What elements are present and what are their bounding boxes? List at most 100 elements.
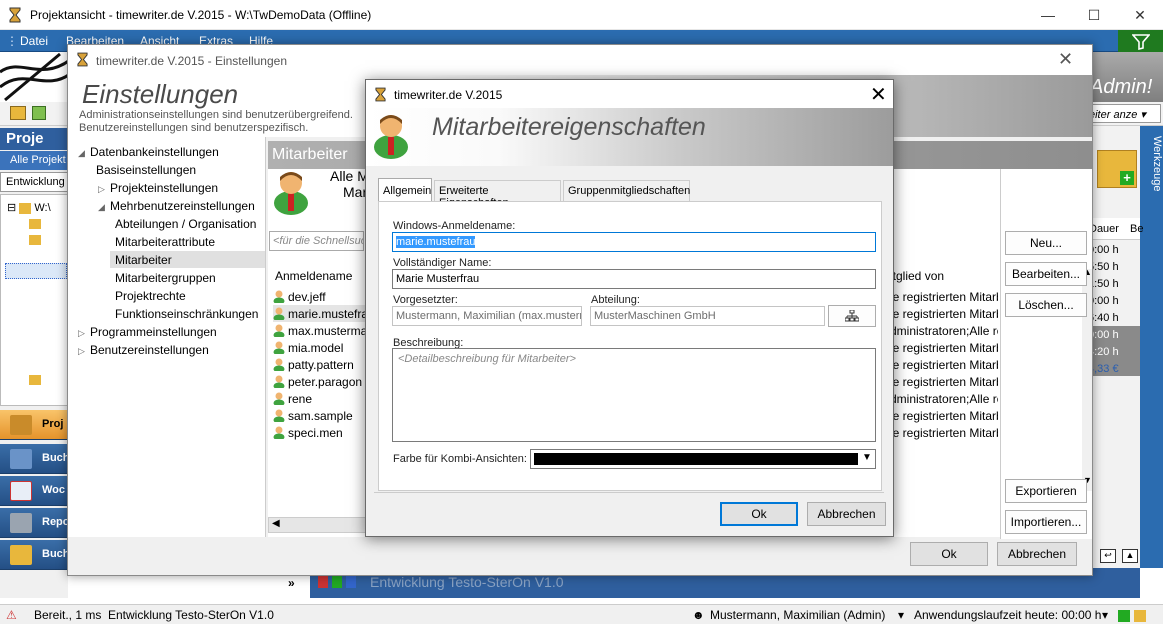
expand-chevron-icon[interactable]: »: [288, 576, 295, 590]
table-row[interactable]: speci.men: [273, 424, 343, 441]
menu-datei[interactable]: Datei: [20, 34, 48, 48]
book-icon: [10, 545, 32, 565]
status-user[interactable]: Mustermann, Maximilian (Admin): [710, 608, 885, 622]
tab-gruppenmitgliedschaften[interactable]: Gruppenmitgliedschaften: [563, 180, 690, 201]
status-user-icon: ☻: [692, 608, 705, 622]
beschreibung-textarea[interactable]: <Detailbeschreibung für Mitarbeiter>: [392, 348, 876, 442]
collapse-up-icon[interactable]: ▲: [1122, 549, 1138, 563]
user-icon: [273, 324, 285, 337]
tree-programm[interactable]: ▷ Programmeinstellungen: [78, 325, 217, 339]
tree-funktion[interactable]: Funktionseinschränkungen: [115, 307, 258, 321]
minimize-icon[interactable]: —: [1025, 0, 1071, 30]
mitarbeitereigenschaften-dialog: timewriter.de V.2015 ✕ Mitarbeitereigens…: [365, 79, 894, 537]
mitarbeiter-info-1: Alle M: [330, 168, 369, 184]
table-row[interactable]: dev.jeff: [273, 288, 326, 305]
tree-datenbank[interactable]: ◢ Datenbankeinstellungen: [78, 145, 219, 159]
table-row[interactable]: max.mustermann: [273, 322, 368, 339]
table-row[interactable]: rene: [273, 390, 312, 407]
mitarbeiter-dialog-heading: Mitarbeitereigenschaften: [432, 113, 706, 141]
close-icon[interactable]: ✕: [1058, 49, 1073, 70]
tree-selected-row[interactable]: [5, 263, 67, 279]
importieren-button[interactable]: Importieren...: [1005, 510, 1087, 534]
tree-attribute[interactable]: Mitarbeiterattribute: [115, 235, 215, 249]
folder-add-icon[interactable]: +: [1097, 150, 1137, 188]
tree-rechte[interactable]: Projektrechte: [115, 289, 186, 303]
tab-erweiterte-eigenschaften[interactable]: Erweiterte Eigenschaften: [434, 180, 561, 209]
mitarbeiter-anzeige-dropdown[interactable]: eiter anze ▾: [1085, 104, 1161, 123]
mitglied-cell: le registrierten Mitarbe: [890, 375, 998, 389]
tree-gruppen[interactable]: Mitarbeitergruppen: [115, 271, 216, 285]
column-header-anmeldename[interactable]: Anmeldename: [275, 269, 352, 283]
einstellungen-subtitle-2: Benutzereinstellungen sind benutzerspezi…: [79, 122, 309, 134]
exportieren-button[interactable]: Exportieren: [1005, 479, 1087, 503]
tree-projekt[interactable]: ▷ Projekteinstellungen: [98, 181, 218, 195]
tree-benutzer[interactable]: ▷ Benutzereinstellungen: [78, 343, 209, 357]
nav-woche[interactable]: Woc: [0, 476, 68, 506]
status-bar: ⚠ Bereit., 1 ms Entwicklung Testo-SterOn…: [0, 604, 1163, 624]
bg-dauer-cell: 0:00 h: [1088, 329, 1119, 341]
refresh-icon[interactable]: [32, 106, 46, 120]
tree-basis[interactable]: Basiseinstellungen: [96, 163, 196, 177]
vollstaendiger-name-input[interactable]: Marie Musterfrau: [392, 269, 876, 289]
mitarbeiter-ok-button[interactable]: Ok: [720, 502, 798, 526]
entwicklung-dropdown[interactable]: Entwicklung: [0, 172, 68, 192]
mitarbeiter-abbrechen-button[interactable]: Abbrechen: [807, 502, 886, 526]
user-icon: [273, 426, 285, 439]
project-tree[interactable]: ⊟ W:\: [0, 194, 68, 406]
table-row[interactable]: patty.pattern: [273, 356, 354, 373]
label-abteilung: Abteilung:: [591, 294, 640, 306]
neu-button[interactable]: Neu...: [1005, 231, 1087, 255]
nav-buchungen[interactable]: Buch: [0, 444, 68, 474]
windows-anmeldename-input[interactable]: marie.mustefrau: [392, 232, 876, 252]
tree-mehrbenutzer[interactable]: ◢ Mehrbenutzereinstellungen: [98, 199, 255, 213]
hourglass-app-icon: [77, 52, 88, 67]
mitglied-cell: le registrierten Mitarbe: [890, 290, 998, 304]
einstellungen-abbrechen-button[interactable]: Abbrechen: [997, 542, 1077, 566]
nav-projekte[interactable]: Proj: [0, 410, 68, 440]
bg-dauer-cell: 6:40 h: [1088, 312, 1119, 324]
nav-buchungen-2[interactable]: Buch: [0, 540, 68, 570]
vorgesetzter-field[interactable]: Mustermann, Maximilian (max.musterma: [392, 306, 582, 326]
label-windows-anmeldename: Windows-Anmeldename:: [393, 220, 516, 232]
maximize-icon[interactable]: ☐: [1071, 0, 1117, 30]
tab-allgemein[interactable]: Allgemein: [378, 178, 432, 201]
banner-sketch-graphic: [0, 52, 70, 102]
loeschen-button[interactable]: Löschen...: [1005, 293, 1087, 317]
column-header-mitglied[interactable]: itglied von: [890, 269, 998, 283]
abteilung-select-button[interactable]: [828, 305, 876, 327]
table-row[interactable]: sam.sample: [273, 407, 353, 424]
horizontal-scrollbar[interactable]: ◀: [268, 517, 368, 533]
alle-projekte-tab[interactable]: Alle Projekt: [0, 151, 68, 170]
close-icon[interactable]: ✕: [1117, 0, 1163, 30]
mitglied-cell: le registrierten Mitarbe: [890, 409, 998, 423]
werkzeuge-tab[interactable]: Werkzeuge: [1140, 126, 1163, 568]
schnellsuche-input[interactable]: <für die Schnellsuche: [269, 231, 364, 251]
main-window-title: Projektansicht - timewriter.de V.2015 - …: [30, 8, 372, 22]
user-avatar-icon: [372, 111, 410, 159]
collapsed-arrow-icon: ▷: [98, 184, 105, 194]
user-icon: [273, 307, 285, 320]
hourglass-app-icon: [375, 87, 386, 102]
table-row-selected[interactable]: marie.mustefrau: [273, 305, 375, 322]
einstellungen-title: timewriter.de V.2015 - Einstellungen: [96, 54, 288, 68]
einstellungen-ok-button[interactable]: Ok: [910, 542, 988, 566]
pin-icon[interactable]: ↩: [1100, 549, 1116, 563]
table-row[interactable]: mia.model: [273, 339, 343, 356]
label-farbe: Farbe für Kombi-Ansichten:: [393, 453, 527, 465]
calendar-icon: [10, 481, 32, 501]
user-icon: [273, 358, 285, 371]
filter-icon: [1131, 34, 1150, 50]
open-folder-icon[interactable]: [10, 106, 26, 120]
bearbeiten-button[interactable]: Bearbeiten...: [1005, 262, 1087, 286]
filter-button[interactable]: [1118, 30, 1163, 54]
tree-abteilungen[interactable]: Abteilungen / Organisation: [115, 217, 256, 231]
abteilung-field[interactable]: MusterMaschinen GmbH: [590, 306, 825, 326]
table-row[interactable]: peter.paragon: [273, 373, 362, 390]
close-icon[interactable]: ✕: [870, 82, 887, 107]
mitglied-cell: dministratoren;Alle regi: [890, 324, 998, 338]
projekte-icon: [10, 415, 32, 435]
label-vorgesetzter: Vorgesetzter:: [393, 294, 458, 306]
tree-mitarbeiter[interactable]: Mitarbeiter: [110, 251, 265, 268]
farbe-dropdown[interactable]: ▼: [530, 449, 876, 469]
nav-reports[interactable]: Repo: [0, 508, 68, 538]
